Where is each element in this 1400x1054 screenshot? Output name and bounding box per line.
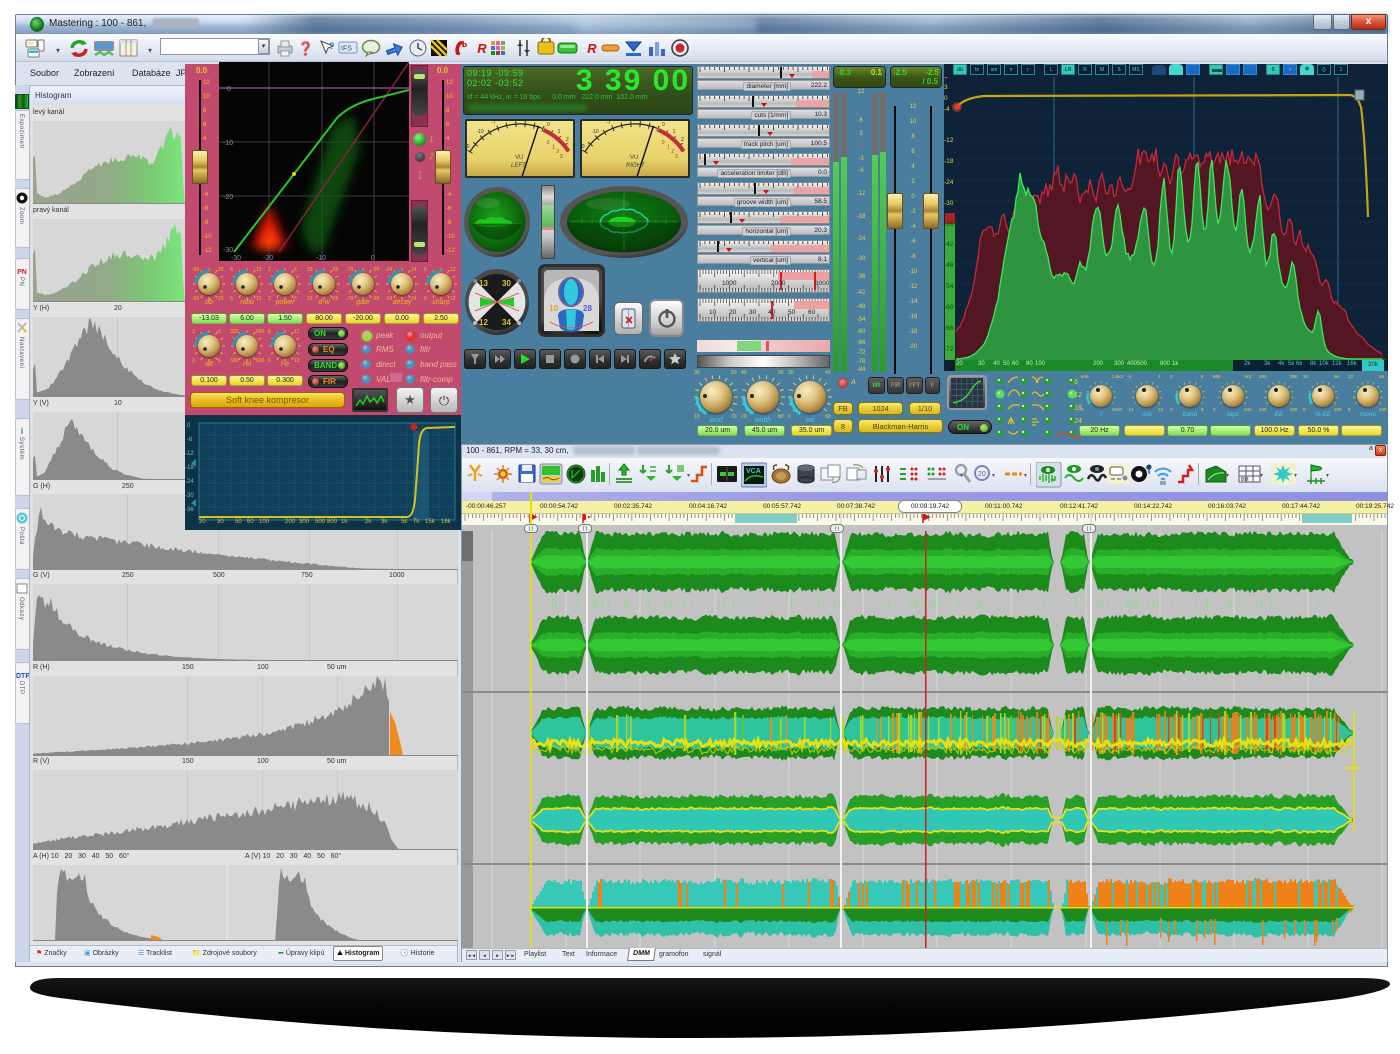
svg-text:𝐛: 𝐛: [462, 40, 467, 49]
svg-text:12: 12: [479, 318, 488, 327]
svg-text:-36: -36: [944, 221, 954, 228]
svg-text:-6: -6: [187, 437, 193, 443]
svg-text:60: 60: [247, 519, 254, 525]
svg-text:3: 3: [675, 154, 678, 160]
svg-text:40: 40: [768, 309, 776, 316]
svg-text:1: 1: [558, 129, 561, 135]
svg-text:-18: -18: [944, 158, 954, 165]
svg-text:0: 0: [944, 95, 948, 102]
svg-text:6: 6: [1074, 379, 1078, 386]
svg-text:2k: 2k: [365, 519, 372, 525]
svg-text:-10: -10: [591, 129, 598, 135]
svg-text:24: 24: [1073, 418, 1082, 425]
svg-text:-10: -10: [316, 255, 326, 261]
svg-text:-20: -20: [582, 144, 585, 150]
svg-text:50: 50: [788, 309, 796, 316]
svg-text:300: 300: [299, 519, 310, 525]
svg-text:0: 0: [662, 140, 665, 146]
svg-text:BM: BM: [1241, 477, 1249, 483]
svg-text:2: 2: [681, 137, 684, 143]
svg-text:-42: -42: [944, 241, 954, 248]
svg-text:-24: -24: [185, 479, 194, 485]
svg-text:1000: 1000: [722, 280, 737, 287]
svg-text:?: ?: [329, 41, 335, 51]
svg-text:5k: 5k: [401, 519, 408, 525]
svg-text:VU: VU: [630, 155, 638, 161]
svg-text:-10: -10: [476, 129, 483, 135]
svg-text:6: 6: [944, 77, 948, 80]
svg-text:-66: -66: [944, 325, 954, 332]
svg-text:-20: -20: [467, 144, 470, 150]
svg-text:100: 100: [259, 519, 270, 525]
svg-text:-7: -7: [491, 121, 496, 126]
svg-text:VU: VU: [515, 155, 523, 161]
svg-text:16k: 16k: [441, 519, 452, 525]
svg-text:-72: -72: [944, 346, 954, 353]
svg-text:1k: 1k: [341, 519, 348, 525]
svg-text:0: 0: [227, 86, 231, 93]
svg-text:3: 3: [944, 84, 948, 91]
svg-text:-24: -24: [944, 179, 954, 186]
svg-text:12: 12: [1074, 392, 1082, 399]
svg-text:20: 20: [199, 519, 206, 525]
svg-text:1: 1: [552, 144, 555, 150]
svg-text:-1: -1: [533, 121, 538, 123]
svg-text:-48: -48: [944, 262, 954, 269]
svg-text:30: 30: [502, 279, 511, 288]
svg-text:500: 500: [315, 519, 326, 525]
svg-text:2: 2: [566, 137, 569, 143]
svg-text:VCA: VCA: [746, 468, 761, 475]
svg-text:3000: 3000: [815, 280, 829, 287]
svg-text:0: 0: [371, 255, 375, 261]
svg-text:20: 20: [978, 471, 986, 478]
svg-text:-20: -20: [223, 194, 233, 201]
svg-text:-30: -30: [231, 255, 241, 261]
svg-text:34: 34: [502, 318, 511, 327]
svg-text:200: 200: [285, 519, 296, 525]
svg-text:20: 20: [729, 309, 737, 316]
svg-text:0: 0: [662, 122, 665, 128]
svg-text:1: 1: [667, 144, 670, 150]
svg-text:-60: -60: [944, 304, 954, 311]
svg-text:7k: 7k: [413, 519, 420, 525]
svg-text:15k: 15k: [425, 519, 436, 525]
svg-text:30: 30: [749, 309, 757, 316]
svg-text:-4: -4: [944, 106, 950, 113]
svg-text:10: 10: [709, 309, 717, 316]
svg-text:13: 13: [479, 279, 488, 288]
svg-text:800: 800: [327, 519, 338, 525]
svg-text:-5: -5: [621, 121, 626, 122]
svg-text:-30: -30: [944, 200, 954, 207]
svg-text:-5: -5: [506, 121, 511, 122]
svg-text:2000: 2000: [771, 280, 786, 287]
svg-text:3: 3: [572, 145, 573, 151]
svg-text:-1: -1: [648, 121, 653, 123]
svg-text:-7: -7: [606, 121, 611, 126]
svg-text:0: 0: [547, 122, 550, 128]
svg-text:28: 28: [583, 304, 592, 313]
svg-text:-36: -36: [185, 507, 194, 513]
svg-text:0: 0: [547, 140, 550, 146]
svg-text:IFS: IFS: [341, 46, 352, 53]
svg-text:2: 2: [671, 149, 674, 155]
svg-text:3: 3: [687, 145, 688, 151]
svg-text:-10: -10: [223, 140, 233, 147]
svg-text:3k: 3k: [381, 519, 388, 525]
svg-text:-12: -12: [185, 451, 194, 457]
svg-text:-30: -30: [223, 247, 233, 254]
svg-text:-30: -30: [185, 493, 194, 499]
svg-text:30: 30: [217, 519, 224, 525]
svg-text:1: 1: [673, 129, 676, 135]
svg-text:-18: -18: [185, 465, 194, 471]
svg-text:50: 50: [235, 519, 242, 525]
svg-text:-12: -12: [944, 137, 954, 144]
svg-text:3: 3: [560, 154, 563, 160]
svg-text:60: 60: [808, 309, 816, 316]
svg-text:-54: -54: [944, 283, 954, 290]
svg-text:-20: -20: [263, 255, 273, 261]
svg-text:10: 10: [549, 304, 558, 313]
svg-text:RIGHT: RIGHT: [626, 163, 646, 169]
svg-text:2: 2: [556, 149, 559, 155]
